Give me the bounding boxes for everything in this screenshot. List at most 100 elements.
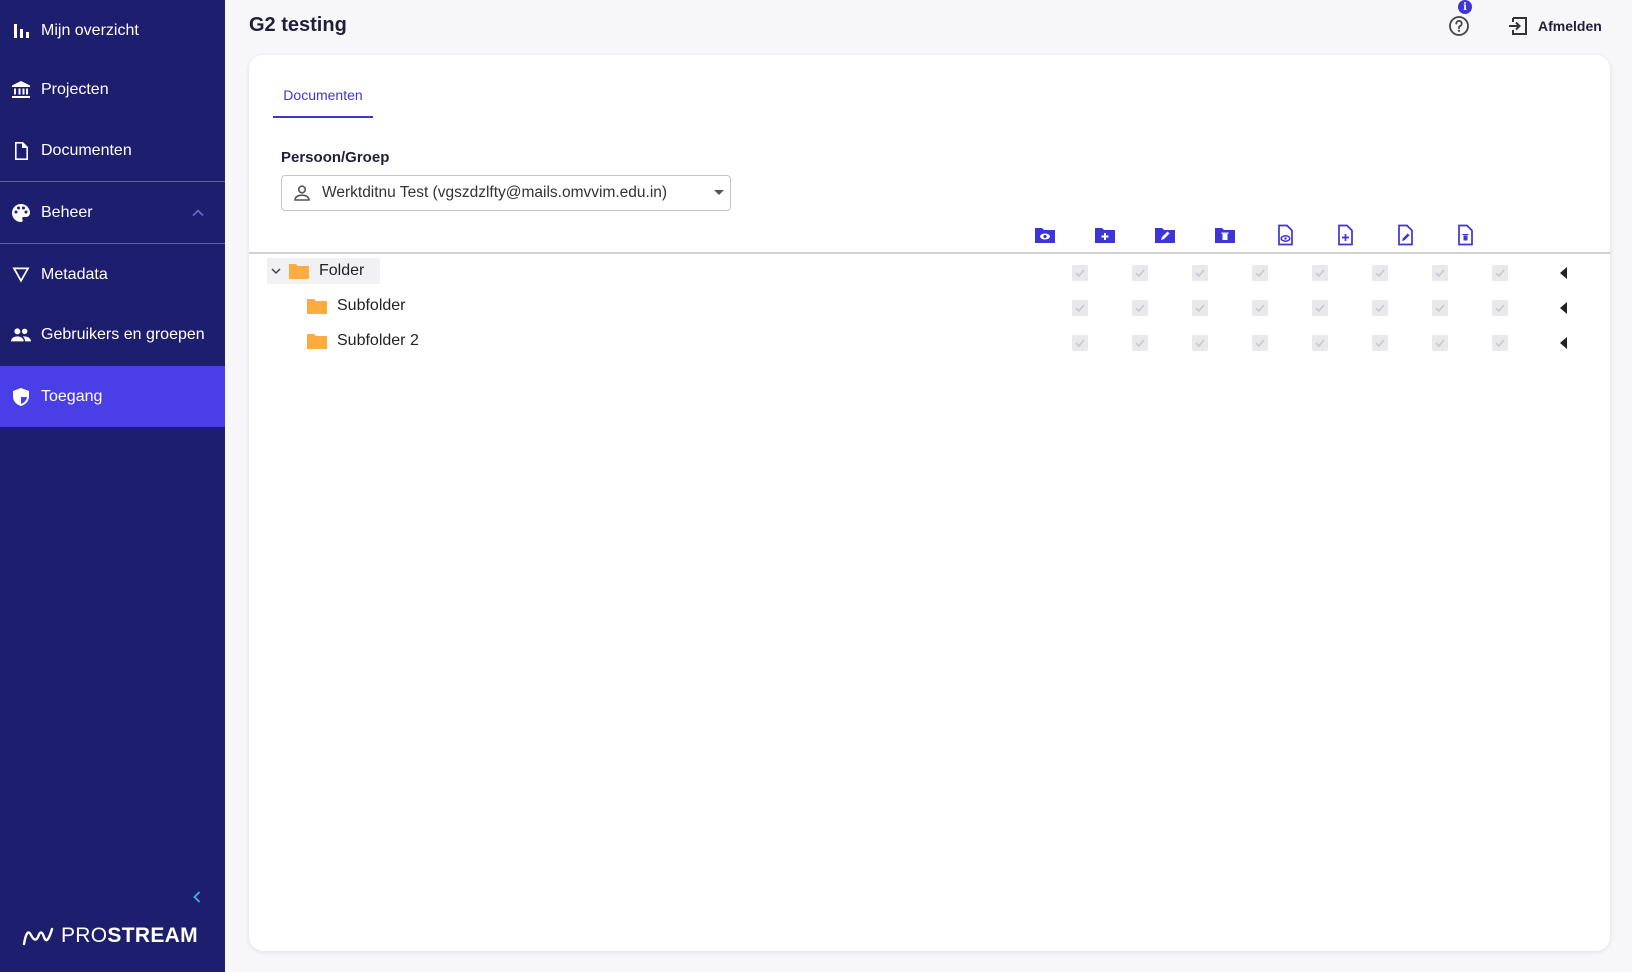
palette-icon bbox=[10, 202, 32, 224]
sidebar-item-documenten[interactable]: Documenten bbox=[0, 120, 225, 181]
chevron-up-icon[interactable] bbox=[191, 206, 205, 220]
check-icon bbox=[1075, 269, 1085, 278]
permission-checkbox[interactable] bbox=[1132, 265, 1148, 281]
permission-checkbox[interactable] bbox=[1192, 265, 1208, 281]
sidebar-item-toegang[interactable]: Toegang bbox=[0, 366, 225, 427]
permission-checkbox[interactable] bbox=[1312, 335, 1328, 351]
sidebar-item-projecten[interactable]: Projecten bbox=[0, 59, 225, 120]
folder-name: Subfolder 2 bbox=[337, 332, 419, 349]
sidebar-item-metadata[interactable]: Metadata bbox=[0, 244, 225, 305]
permission-checkbox[interactable] bbox=[1372, 300, 1388, 316]
check-icon bbox=[1195, 269, 1205, 278]
logo-text-suffix: STREAM bbox=[107, 924, 198, 947]
folder-node[interactable]: Folder bbox=[267, 258, 381, 284]
check-icon bbox=[1315, 304, 1325, 313]
permission-checkbox[interactable] bbox=[1072, 300, 1088, 316]
permission-checkbox[interactable] bbox=[1132, 335, 1148, 351]
permission-checkbox[interactable] bbox=[1492, 300, 1508, 316]
permission-checkbox[interactable] bbox=[1372, 335, 1388, 351]
logout-button[interactable]: Afmelden bbox=[1507, 14, 1602, 38]
check-icon bbox=[1375, 269, 1385, 278]
sidebar-item-label: Projecten bbox=[41, 80, 109, 98]
permission-checkbox[interactable] bbox=[1432, 335, 1448, 351]
permission-checkbox[interactable] bbox=[1492, 265, 1508, 281]
document-icon bbox=[10, 140, 32, 162]
check-icon bbox=[1135, 304, 1145, 313]
row-caret-icon[interactable] bbox=[1560, 337, 1567, 349]
row-caret-icon[interactable] bbox=[1560, 267, 1567, 279]
subfolder-2-node[interactable]: Subfolder 2 bbox=[307, 328, 419, 354]
prostream-logo: PROSTREAM bbox=[22, 922, 198, 950]
logo-text-prefix: PRO bbox=[61, 924, 108, 947]
file-view-icon bbox=[1274, 224, 1296, 246]
help-icon[interactable] bbox=[1448, 15, 1470, 37]
permission-checkbox[interactable] bbox=[1252, 265, 1268, 281]
permission-checkbox[interactable] bbox=[1312, 300, 1328, 316]
tab-documenten[interactable]: Documenten bbox=[273, 87, 373, 117]
permission-checkbox[interactable] bbox=[1192, 300, 1208, 316]
permission-checkbox[interactable] bbox=[1372, 265, 1388, 281]
sidebar-item-label: Mijn overzicht bbox=[41, 21, 139, 39]
check-icon bbox=[1435, 269, 1445, 278]
table-row-subfolder-2: Subfolder 2 bbox=[249, 324, 1610, 359]
selected-person: Werktditnu Test (vgszdzlfty@mails.omvvim… bbox=[322, 184, 668, 201]
check-icon bbox=[1255, 304, 1265, 313]
dropdown-caret-icon bbox=[714, 190, 724, 195]
check-icon bbox=[1135, 269, 1145, 278]
check-icon bbox=[1195, 304, 1205, 313]
bank-icon bbox=[10, 79, 32, 101]
permission-checkbox[interactable] bbox=[1312, 265, 1328, 281]
check-icon bbox=[1495, 269, 1505, 278]
subfolder-node[interactable]: Subfolder bbox=[307, 293, 406, 319]
file-add-icon bbox=[1334, 224, 1356, 246]
permission-checkbox[interactable] bbox=[1072, 265, 1088, 281]
folder-add-icon bbox=[1094, 224, 1116, 246]
permission-checkbox[interactable] bbox=[1492, 335, 1508, 351]
collapse-sidebar-icon[interactable] bbox=[190, 888, 204, 906]
check-icon bbox=[1255, 339, 1265, 348]
check-icon bbox=[1375, 339, 1385, 348]
permission-checkbox[interactable] bbox=[1072, 335, 1088, 351]
sidebar-item-beheer[interactable]: Beheer bbox=[0, 182, 225, 243]
folder-icon bbox=[307, 299, 327, 314]
check-icon bbox=[1075, 339, 1085, 348]
table-row-folder: Folder bbox=[249, 254, 1610, 289]
sidebar-item-mijn-overzicht[interactable]: Mijn overzicht bbox=[0, 0, 225, 61]
folder-icon bbox=[307, 334, 327, 349]
permission-checkbox[interactable] bbox=[1432, 300, 1448, 316]
file-edit-icon bbox=[1394, 224, 1416, 246]
filter-icon bbox=[10, 264, 32, 286]
check-icon bbox=[1375, 304, 1385, 313]
check-icon bbox=[1195, 339, 1205, 348]
permission-checkbox[interactable] bbox=[1192, 335, 1208, 351]
sidebar: Mijn overzicht Projecten Documenten Behe… bbox=[0, 0, 225, 972]
table-row-subfolder: Subfolder bbox=[249, 289, 1610, 324]
row-caret-icon[interactable] bbox=[1560, 302, 1567, 314]
permissions-card: Documenten Persoon/Groep Werktditnu Test… bbox=[249, 55, 1610, 951]
sidebar-item-label: Beheer bbox=[41, 203, 93, 221]
persoon-groep-label: Persoon/Groep bbox=[281, 149, 390, 166]
people-icon bbox=[10, 324, 32, 346]
permission-checkbox[interactable] bbox=[1132, 300, 1148, 316]
chevron-down-icon[interactable] bbox=[269, 264, 283, 278]
check-icon bbox=[1255, 269, 1265, 278]
check-icon bbox=[1315, 339, 1325, 348]
folder-icon bbox=[289, 264, 309, 279]
person-icon bbox=[294, 185, 310, 201]
persoon-groep-select[interactable]: Werktditnu Test (vgszdzlfty@mails.omvvim… bbox=[281, 175, 731, 211]
file-delete-icon bbox=[1454, 224, 1476, 246]
permission-checkbox[interactable] bbox=[1252, 335, 1268, 351]
permission-checkbox[interactable] bbox=[1432, 265, 1448, 281]
shield-icon bbox=[10, 386, 32, 408]
page-title: G2 testing bbox=[249, 14, 347, 36]
sidebar-item-gebruikers-en-groepen[interactable]: Gebruikers en groepen bbox=[0, 304, 225, 365]
permission-checkbox[interactable] bbox=[1252, 300, 1268, 316]
folder-delete-icon bbox=[1214, 224, 1236, 246]
folder-edit-icon bbox=[1154, 224, 1176, 246]
sidebar-item-label: Gebruikers en groepen bbox=[41, 325, 205, 343]
check-icon bbox=[1435, 304, 1445, 313]
check-icon bbox=[1495, 304, 1505, 313]
folder-name: Subfolder bbox=[337, 297, 406, 314]
sidebar-item-label: Toegang bbox=[41, 387, 103, 405]
info-badge[interactable]: i bbox=[1458, 0, 1472, 14]
